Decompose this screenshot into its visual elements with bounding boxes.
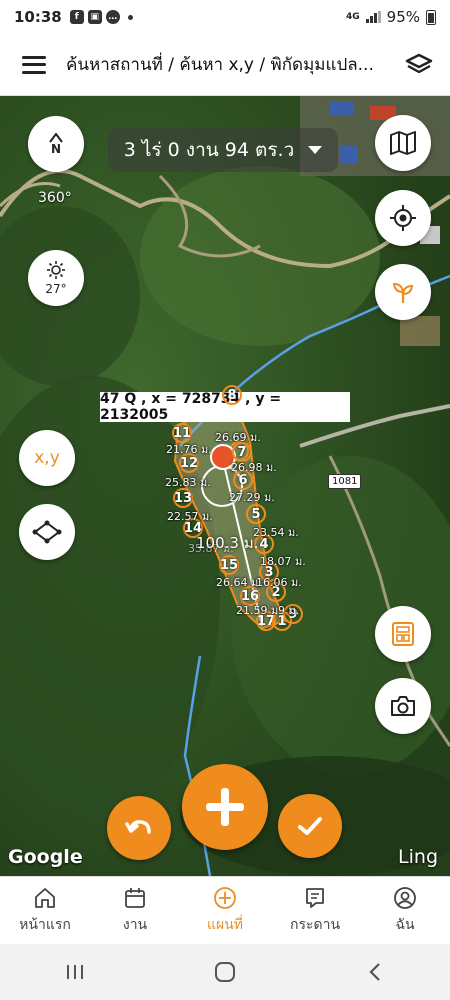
more-notifications-dot <box>127 14 133 20</box>
sprout-icon <box>392 282 414 303</box>
segment-length-label: 26.69 ม. <box>215 431 261 444</box>
calculator-icon <box>392 622 414 646</box>
polygon-icon <box>32 520 62 544</box>
calculator-button[interactable] <box>375 606 431 662</box>
signal-icon <box>365 11 381 23</box>
camera-icon <box>391 696 415 716</box>
add-point-button[interactable] <box>182 764 268 850</box>
road-number-sign: 1081 <box>328 474 362 489</box>
plus-circle-icon <box>214 886 236 909</box>
segment-length-label: 22.57 ม. <box>167 510 213 523</box>
user-icon <box>394 886 416 909</box>
compass-label: N <box>50 142 62 156</box>
xy-button[interactable]: x,y <box>19 430 75 486</box>
nav-label: แผนที่ <box>206 916 244 933</box>
gallery-icon: ▣ <box>87 10 102 24</box>
network-type: 4G <box>346 11 360 22</box>
status-time: 10:38 <box>14 8 62 26</box>
segment-length-label: 21.59 ม. <box>236 604 282 617</box>
undo-icon <box>125 820 151 834</box>
segment-length-label: 26.98 ม. <box>231 461 277 474</box>
recent-apps-icon <box>67 965 83 979</box>
back-button[interactable] <box>355 957 395 987</box>
google-attribution: Google <box>8 846 83 868</box>
check-icon <box>298 817 322 835</box>
plant-button[interactable] <box>375 264 431 320</box>
home-icon <box>35 887 55 908</box>
undo-button[interactable] <box>107 796 171 860</box>
menu-icon[interactable] <box>22 55 46 74</box>
confirm-button[interactable] <box>278 794 342 858</box>
segment-length-label: 21.76 ม. <box>166 443 212 456</box>
vertex-marker[interactable]: 15 <box>219 555 239 575</box>
calendar-icon <box>125 887 145 908</box>
nav-label: ฉัน <box>395 916 415 933</box>
area-dropdown[interactable]: 3 ไร่ 0 งาน 94 ตร.ว <box>108 128 338 172</box>
home-square-icon <box>215 962 235 982</box>
nav-item-map[interactable]: แผนที่ <box>180 877 270 944</box>
line-icon: … <box>105 10 120 24</box>
segment-length-label: 26.64 ม. <box>216 576 262 589</box>
board-icon <box>306 887 324 908</box>
layers-icon[interactable] <box>404 50 434 80</box>
system-navigation <box>0 944 450 1000</box>
vertex-marker[interactable]: 5 <box>246 504 266 524</box>
nav-label: หน้าแรก <box>19 916 71 933</box>
compass-button[interactable]: N <box>28 116 84 172</box>
notification-icons: f ▣ … <box>69 10 133 24</box>
chevron-down-icon <box>308 146 323 154</box>
segment-length-label: 23.54 ม. <box>253 526 299 539</box>
app-header: ค้นหาสถานที่ / ค้นหา x,y / พิกัดมุมแปล..… <box>0 34 450 96</box>
battery-percent: 95% <box>386 8 420 26</box>
measure-polygon-button[interactable] <box>19 504 75 560</box>
vertex-marker[interactable]: 8 <box>222 385 242 405</box>
area-text: 3 ไร่ 0 งาน 94 ตร.ว <box>123 139 295 161</box>
recent-apps-button[interactable] <box>55 957 95 987</box>
vertex-marker[interactable]: 13 <box>173 488 193 508</box>
nav-item-profile[interactable]: ฉัน <box>360 877 450 944</box>
nav-item-tasks[interactable]: งาน <box>90 877 180 944</box>
status-bar: 10:38 f ▣ … 4G 95% <box>0 0 450 34</box>
header-title[interactable]: ค้นหาสถานที่ / ค้นหา x,y / พิกัดมุมแปล..… <box>66 51 392 78</box>
nav-item-board[interactable]: กระดาน <box>270 877 360 944</box>
camera-button[interactable] <box>375 678 431 734</box>
nav-label: งาน <box>122 916 148 933</box>
segment-length-label: 18.07 ม. <box>260 555 306 568</box>
map-view[interactable]: 3 ไร่ 0 งาน 94 ตร.ว N 360° 27° x,y 47 Q … <box>0 96 450 876</box>
bottom-navigation: หน้าแรก งาน แผนที่ กระดาน ฉัน <box>0 876 450 944</box>
xy-label: x,y <box>34 448 60 468</box>
nav-item-home[interactable]: หน้าแรก <box>0 877 90 944</box>
nav-label: กระดาน <box>289 916 341 933</box>
battery-icon <box>426 9 436 25</box>
plot-area-label: 100.3 ม. <box>196 534 259 552</box>
segment-length-label: 27.29 ม. <box>229 491 275 504</box>
compass-angle: 360° <box>38 190 72 206</box>
back-chevron-icon <box>369 963 380 981</box>
crosshair-icon <box>390 205 416 231</box>
facebook-icon: f <box>69 10 84 24</box>
map-icon <box>390 131 416 155</box>
sun-icon <box>47 261 65 279</box>
segment-length-label: 9 ม. <box>278 604 300 617</box>
ling-watermark: Ling <box>398 846 438 868</box>
temperature: 27° <box>45 282 67 296</box>
map-type-button[interactable] <box>375 115 431 171</box>
weather-button[interactable]: 27° <box>28 250 84 306</box>
segment-length-label: 25.83 ม. <box>165 476 211 489</box>
home-system-button[interactable] <box>205 957 245 987</box>
my-location-button[interactable] <box>375 190 431 246</box>
segment-length-label: 16.06 ม. <box>256 576 302 589</box>
